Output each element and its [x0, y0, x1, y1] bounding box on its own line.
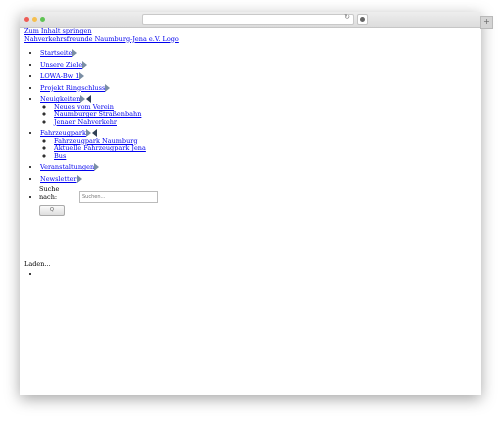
menu-item-lowa: LOWA-Bw 1 — [40, 72, 479, 81]
new-tab-button[interactable]: + — [480, 16, 493, 29]
submenu-fahrzeugpark: Fahrzeugpark Naumburg Aktuelle Fahrzeugp… — [40, 137, 479, 161]
submenu-link-jenaer-nahverkehr[interactable]: Jenaer Nahverkehr — [54, 118, 117, 126]
submenu-item: Bus — [54, 152, 479, 161]
submenu-item: Jenaer Nahverkehr — [54, 118, 479, 127]
menu-item-veranstaltungen: Veranstaltungen — [40, 163, 479, 172]
search-input[interactable] — [79, 190, 158, 203]
arrow-right-icon — [72, 49, 78, 57]
menu-link-veranstaltungen[interactable]: Veranstaltungen — [40, 163, 94, 171]
minimize-window-button[interactable] — [32, 17, 37, 22]
menu-item-startseite: Startseite — [40, 49, 479, 58]
loading-text: Laden... — [24, 260, 51, 268]
submenu-link-fahrzeugpark-jena[interactable]: Aktuelle Fahrzeugpark Jena — [54, 144, 146, 152]
address-bar[interactable]: ↻ — [142, 13, 354, 25]
empty-list — [24, 271, 51, 279]
search-label: Suche nach: — [39, 185, 60, 201]
search-button[interactable]: Q — [39, 204, 65, 216]
menu-link-ringschluss[interactable]: Projekt Ringschluss — [40, 84, 105, 92]
list-item — [40, 271, 51, 279]
browser-toolbar: ↻ + — [20, 12, 493, 29]
menu-item-search: Suche nach: Q — [39, 185, 479, 216]
submenu-link-bus[interactable]: Bus — [54, 152, 66, 160]
close-window-button[interactable] — [24, 17, 29, 22]
menu-link-newsletter[interactable]: Newsletter — [40, 175, 77, 183]
menu-link-ziele[interactable]: Unsere Ziele — [40, 61, 82, 69]
menu-item-neuigkeiten: Neuigkeiten Neues vom Verein Naumburger … — [40, 95, 479, 126]
menu-link-startseite[interactable]: Startseite — [40, 49, 72, 57]
main-menu: Startseite Unsere Ziele LOWA-Bw 1 Projek… — [24, 49, 479, 216]
menu-item-newsletter: Newsletter — [40, 174, 479, 184]
browser-window: ↻ + Zum Inhalt springen Nahverkehrsfreun… — [20, 12, 493, 395]
extension-button[interactable] — [357, 14, 368, 25]
reload-icon[interactable]: ↻ — [344, 13, 350, 21]
logo-link[interactable]: Nahverkehrsfreunde Naumburg-Jena e.V. Lo… — [24, 35, 479, 44]
arrow-right-icon — [94, 163, 100, 171]
menu-item-ziele: Unsere Ziele — [40, 60, 479, 70]
search-form: Suche nach: Q — [39, 185, 479, 216]
arrow-right-icon — [82, 60, 88, 69]
submenu-item: Aktuelle Fahrzeugpark Jena — [54, 144, 479, 153]
arrow-right-icon — [76, 174, 82, 183]
menu-item-fahrzeugpark: Fahrzeugpark Fahrzeugpark Naumburg Aktue… — [40, 129, 479, 160]
loading-section: Laden... — [24, 260, 51, 279]
arrow-right-icon — [79, 72, 85, 80]
menu-link-lowa[interactable]: LOWA-Bw 1 — [40, 72, 79, 80]
menu-item-ringschluss: Projekt Ringschluss — [40, 83, 479, 93]
zoom-window-button[interactable] — [40, 17, 45, 22]
submenu-item: Naumburger Straßenbahn — [54, 110, 479, 119]
page-content: Zum Inhalt springen Nahverkehrsfreunde N… — [24, 27, 479, 391]
submenu-neuigkeiten: Neues vom Verein Naumburger Straßenbahn … — [40, 103, 479, 127]
record-icon — [360, 17, 365, 22]
arrow-right-icon — [105, 83, 111, 92]
